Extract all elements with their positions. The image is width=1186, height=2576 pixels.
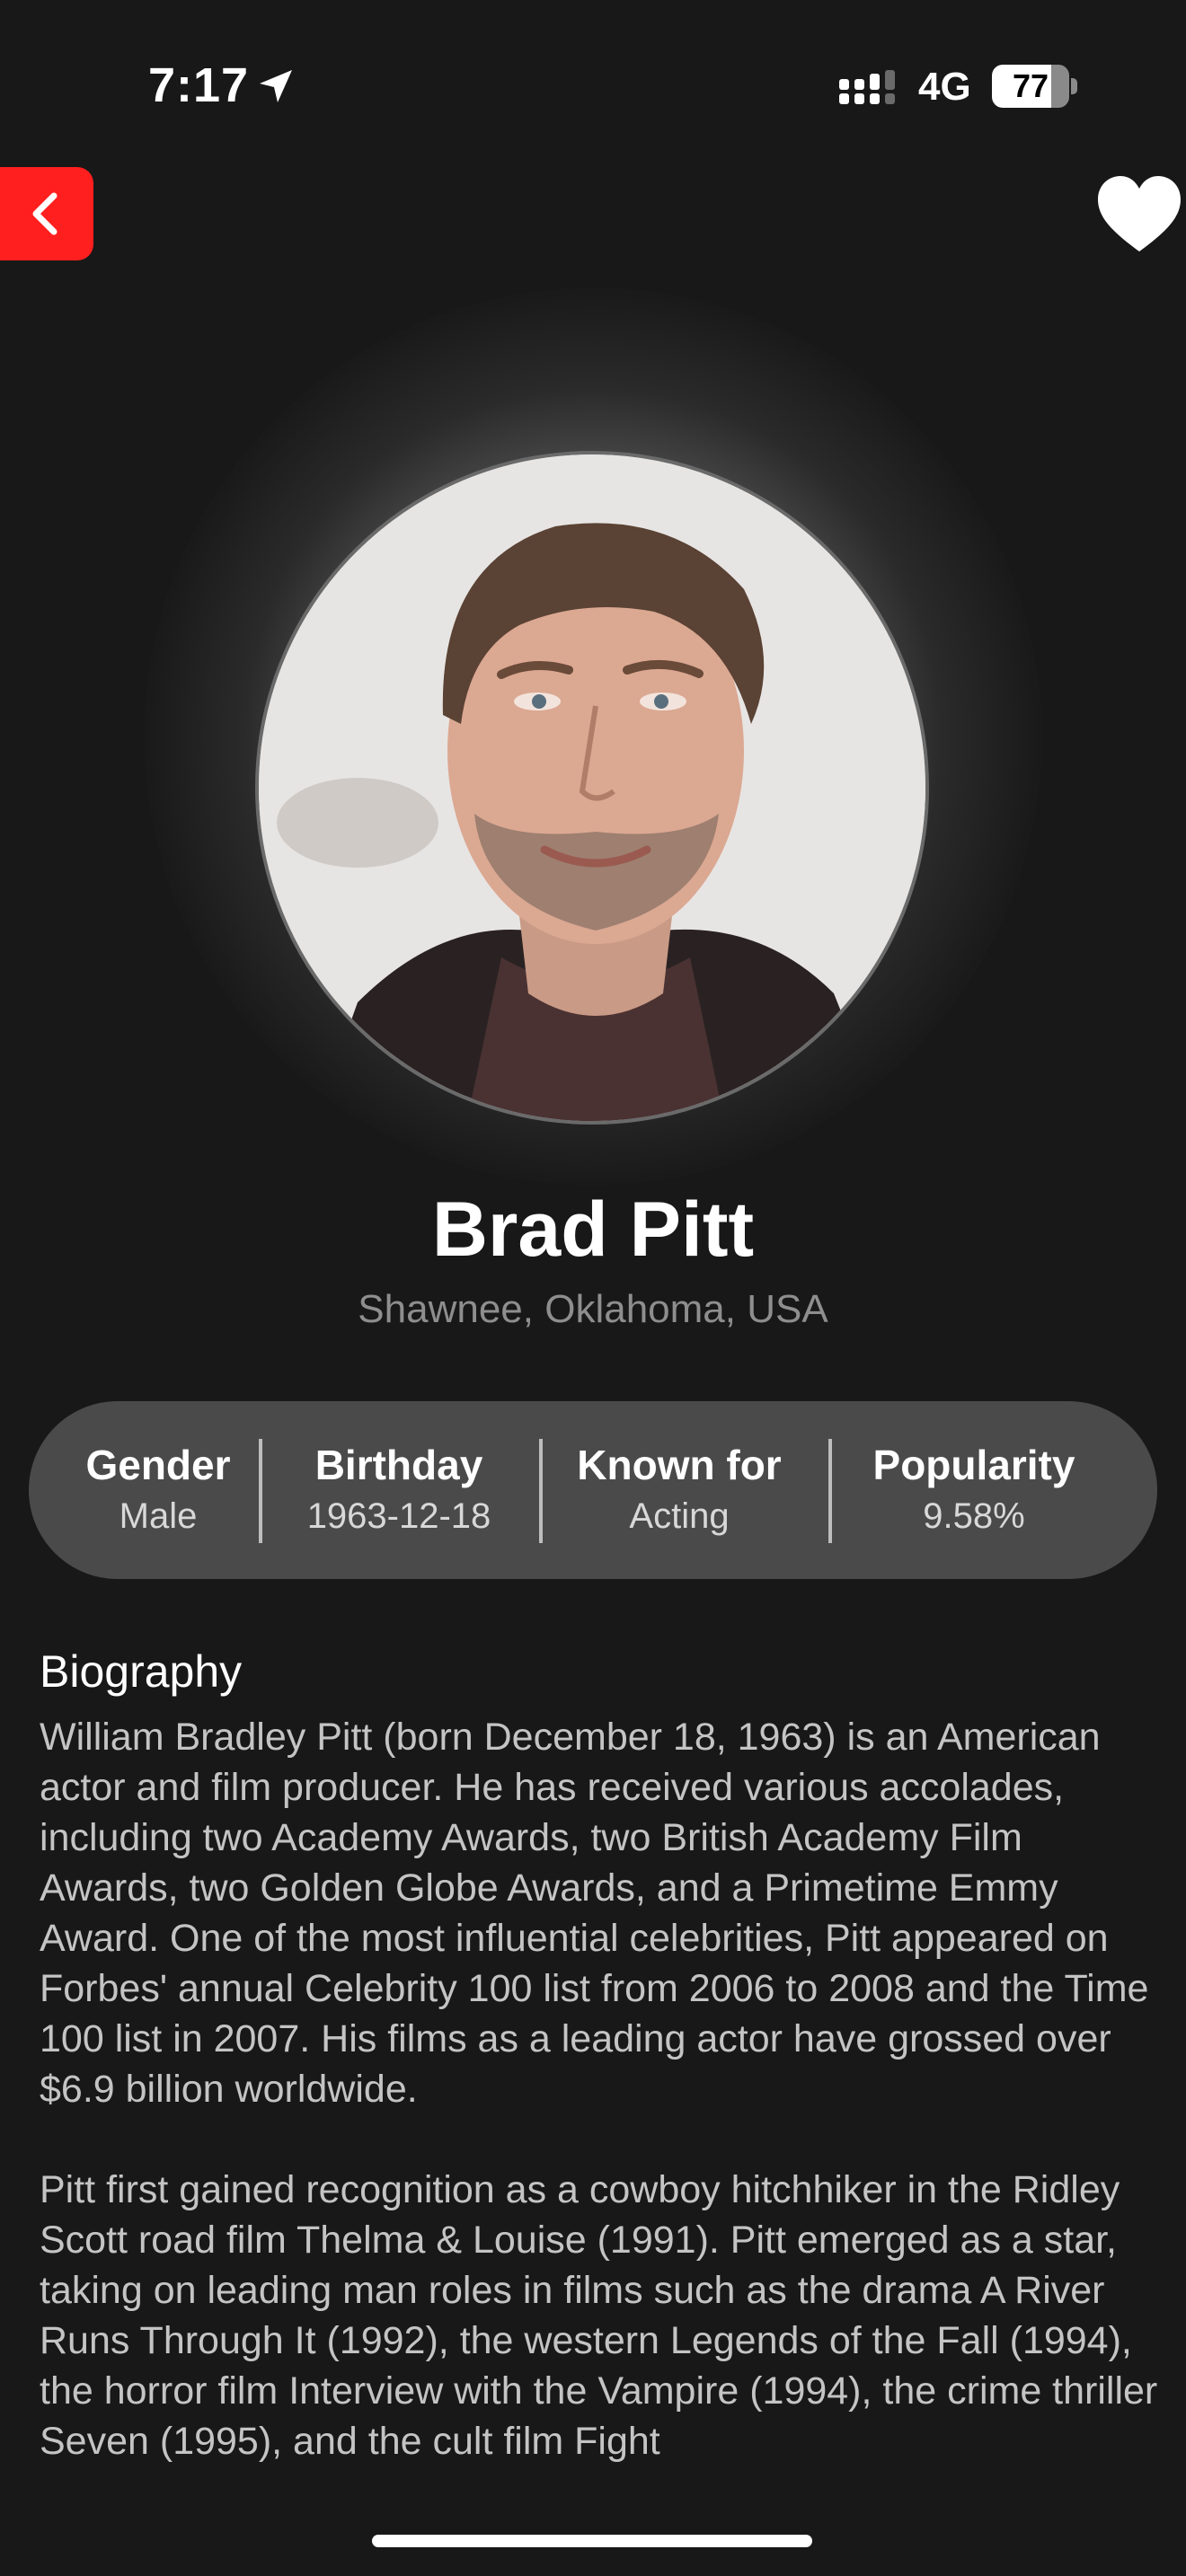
biography-text: William Bradley Pitt (born December 18, …: [40, 1712, 1163, 2517]
stat-birthday: Birthday 1963-12-18: [264, 1401, 534, 1579]
stat-label: Gender: [85, 1442, 231, 1488]
stat-divider: [259, 1439, 262, 1543]
location-arrow-icon: [260, 70, 292, 102]
status-bar: 7:17 4G 77: [0, 0, 1186, 171]
stat-label: Birthday: [314, 1442, 483, 1488]
battery-icon: 77: [992, 65, 1078, 108]
person-portrait: [259, 454, 925, 1121]
stat-label: Known for: [577, 1442, 782, 1488]
stats-card: Gender Male Birthday 1963-12-18 Known fo…: [29, 1401, 1157, 1579]
stat-divider: [539, 1439, 543, 1543]
stat-value: 1963-12-18: [306, 1496, 491, 1536]
network-type: 4G: [918, 65, 971, 109]
back-button[interactable]: [0, 167, 93, 260]
chevron-left-icon: [32, 192, 58, 235]
stat-value: 9.58%: [923, 1496, 1025, 1536]
stat-gender: Gender Male: [61, 1401, 255, 1579]
profile-avatar: [255, 451, 929, 1125]
home-indicator[interactable]: [372, 2535, 812, 2547]
biography-paragraph: Pitt first gained recognition as a cowbo…: [40, 2168, 1158, 2463]
stat-value: Male: [119, 1496, 198, 1536]
actor-name: Brad Pitt: [431, 1187, 755, 1273]
biography-title: Biography: [40, 1646, 243, 1697]
stat-known-for: Known for Acting: [544, 1401, 814, 1579]
stat-divider: [828, 1439, 832, 1543]
heart-icon: [1098, 176, 1181, 251]
battery-level: 77: [1012, 67, 1049, 104]
status-time: 7:17: [148, 58, 250, 112]
birthplace: Shawnee, Oklahoma, USA: [358, 1287, 828, 1331]
favorite-heart-button[interactable]: [1094, 172, 1184, 255]
biography-paragraph: William Bradley Pitt (born December 18, …: [40, 1716, 1149, 2111]
stat-label: Popularity: [872, 1442, 1075, 1488]
stat-popularity: Popularity 9.58%: [834, 1401, 1114, 1579]
cellular-signal-icon: [839, 70, 895, 104]
stat-value: Acting: [629, 1496, 730, 1536]
